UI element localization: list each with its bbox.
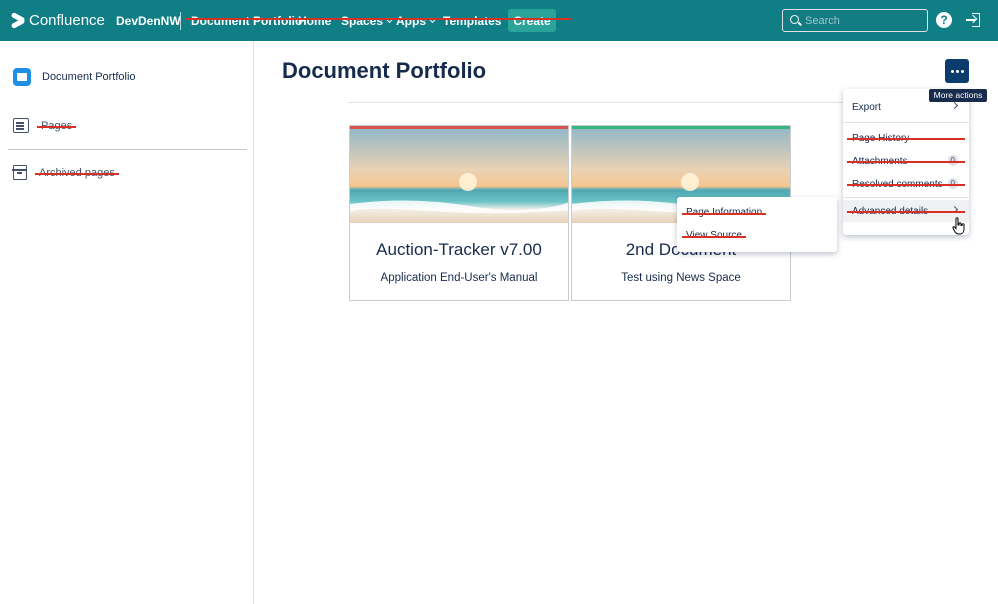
sidebar: Document Portfolio Pages Archived pages	[0, 41, 254, 604]
sidebar-space-link[interactable]: Document Portfolio	[13, 68, 136, 86]
sidebar-item-label: Archived pages	[35, 166, 119, 179]
sidebar-divider	[8, 149, 247, 150]
menu-divider	[843, 122, 969, 123]
hand-pointer-cursor-icon	[952, 217, 965, 235]
strikethrough-mark	[847, 138, 965, 140]
nav-home[interactable]: Home	[298, 14, 331, 28]
card-subtitle: Test using News Space	[621, 272, 741, 284]
app-name: Confluence	[29, 11, 105, 29]
strikethrough-mark	[847, 161, 965, 163]
card-cover-image	[350, 126, 568, 223]
menu-item-label: Export	[852, 102, 881, 113]
more-actions-tooltip: More actions	[929, 89, 987, 102]
chevron-right-icon	[950, 101, 959, 110]
search-icon	[790, 15, 799, 24]
ellipsis-icon	[950, 69, 954, 73]
card-accent-bar	[350, 126, 568, 129]
strikethrough-mark	[847, 211, 965, 213]
help-icon[interactable]: ?	[936, 12, 952, 28]
menu-divider	[843, 197, 969, 198]
top-navigation-bar: Confluence DevDenNW Document Portfolio H…	[0, 0, 998, 41]
log-in-icon[interactable]	[965, 12, 981, 28]
nav-spaces-label: Spaces	[341, 14, 384, 28]
ellipsis-icon	[960, 69, 964, 73]
space-name-link[interactable]: DevDenNW	[116, 14, 181, 28]
strikethrough-mark	[847, 184, 965, 186]
nav-apps-label: Apps	[396, 14, 426, 28]
nav-document-portfolio[interactable]: Document Portfolio	[191, 14, 302, 28]
document-card[interactable]: Auction-Tracker v7.00 Application End-Us…	[349, 125, 569, 301]
more-actions-button[interactable]	[945, 59, 969, 83]
ellipsis-icon	[955, 69, 959, 73]
space-icon	[13, 68, 31, 86]
create-button[interactable]: Create	[508, 9, 556, 32]
sidebar-item-label: Pages	[36, 119, 77, 132]
strikethrough-mark	[186, 18, 572, 20]
search-box[interactable]	[782, 9, 928, 32]
card-title[interactable]: Auction-Tracker v7.00	[350, 240, 568, 260]
card-accent-bar	[572, 126, 790, 129]
nav-templates[interactable]: Templates	[443, 14, 501, 28]
nav-apps[interactable]: Apps	[396, 14, 437, 28]
advanced-details-submenu: Page Information View Source	[677, 197, 837, 252]
sidebar-item-pages[interactable]: Pages	[13, 118, 77, 133]
card-subtitle: Application End-User's Manual	[380, 272, 538, 284]
log-in-arrow-shape	[966, 19, 975, 21]
nav-divider	[180, 12, 181, 30]
nav-spaces[interactable]: Spaces	[341, 14, 394, 28]
submenu-item-view-source[interactable]: View Source	[682, 230, 746, 241]
sidebar-space-label: Document Portfolio	[42, 71, 136, 83]
more-actions-menu: Export Page History Attachments 0 Resolv…	[843, 89, 969, 235]
sidebar-item-archived-pages[interactable]: Archived pages	[12, 165, 119, 180]
pages-icon	[13, 118, 29, 133]
submenu-item-page-information[interactable]: Page Information	[681, 207, 767, 218]
confluence-logo-icon	[11, 13, 25, 27]
search-input[interactable]	[805, 13, 923, 29]
archive-icon	[12, 165, 27, 180]
page-title: Document Portfolio	[282, 58, 487, 83]
confluence-logo[interactable]: Confluence	[11, 11, 105, 29]
